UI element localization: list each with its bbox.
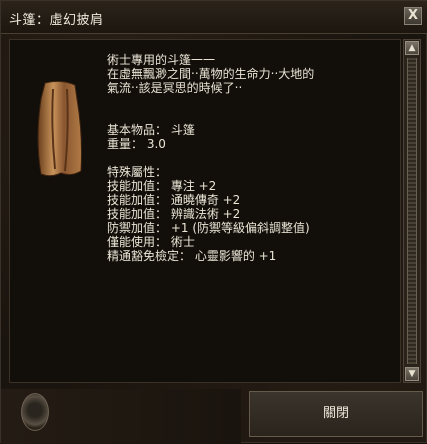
- property-line: 技能加值： 通曉傳奇 +2: [107, 193, 241, 207]
- close-button[interactable]: 關閉: [249, 391, 423, 437]
- ornament-orb-icon: [21, 393, 49, 431]
- cloak-icon: [31, 79, 91, 179]
- scroll-down-icon[interactable]: ▼: [405, 367, 419, 381]
- description-line: 氣流‧‧該是冥思的時候了‧‧: [107, 81, 243, 95]
- title-bar: 斗篷：虛幻披肩 X: [1, 1, 427, 34]
- close-icon[interactable]: X: [404, 7, 422, 25]
- item-description-text: 術士專用的斗篷一一 在虛無飄渺之間‧‧萬物的生命力‧‧大地的 氣流‧‧該是冥思的…: [107, 53, 397, 263]
- description-line: 術士專用的斗篷一一: [107, 53, 216, 67]
- vertical-scrollbar[interactable]: ▲ ▼: [403, 39, 421, 383]
- property-line: 技能加值： 專注 +2: [107, 179, 217, 193]
- property-line: 僅能使用： 術士: [107, 235, 195, 249]
- property-line: 精通豁免檢定： 心靈影響的 +1: [107, 249, 277, 263]
- scroll-track[interactable]: [407, 58, 417, 364]
- property-line: 防禦加值： +1 (防禦等級偏斜調整值): [107, 221, 310, 235]
- weight-line: 重量： 3.0: [107, 137, 166, 151]
- item-description-window: 斗篷：虛幻披肩 X 術士專用的斗篷一一 在虛無飄渺之間‧‧萬物的生命力‧‧大地的…: [0, 0, 427, 444]
- scroll-up-icon[interactable]: ▲: [405, 41, 419, 55]
- base-item-line: 基本物品： 斗篷: [107, 123, 195, 137]
- special-properties-heading: 特殊屬性：: [107, 165, 168, 179]
- description-line: 在虛無飄渺之間‧‧萬物的生命力‧‧大地的: [107, 67, 315, 81]
- window-title: 斗篷：虛幻披肩: [9, 13, 104, 28]
- property-line: 技能加值： 辨識法術 +2: [107, 207, 241, 221]
